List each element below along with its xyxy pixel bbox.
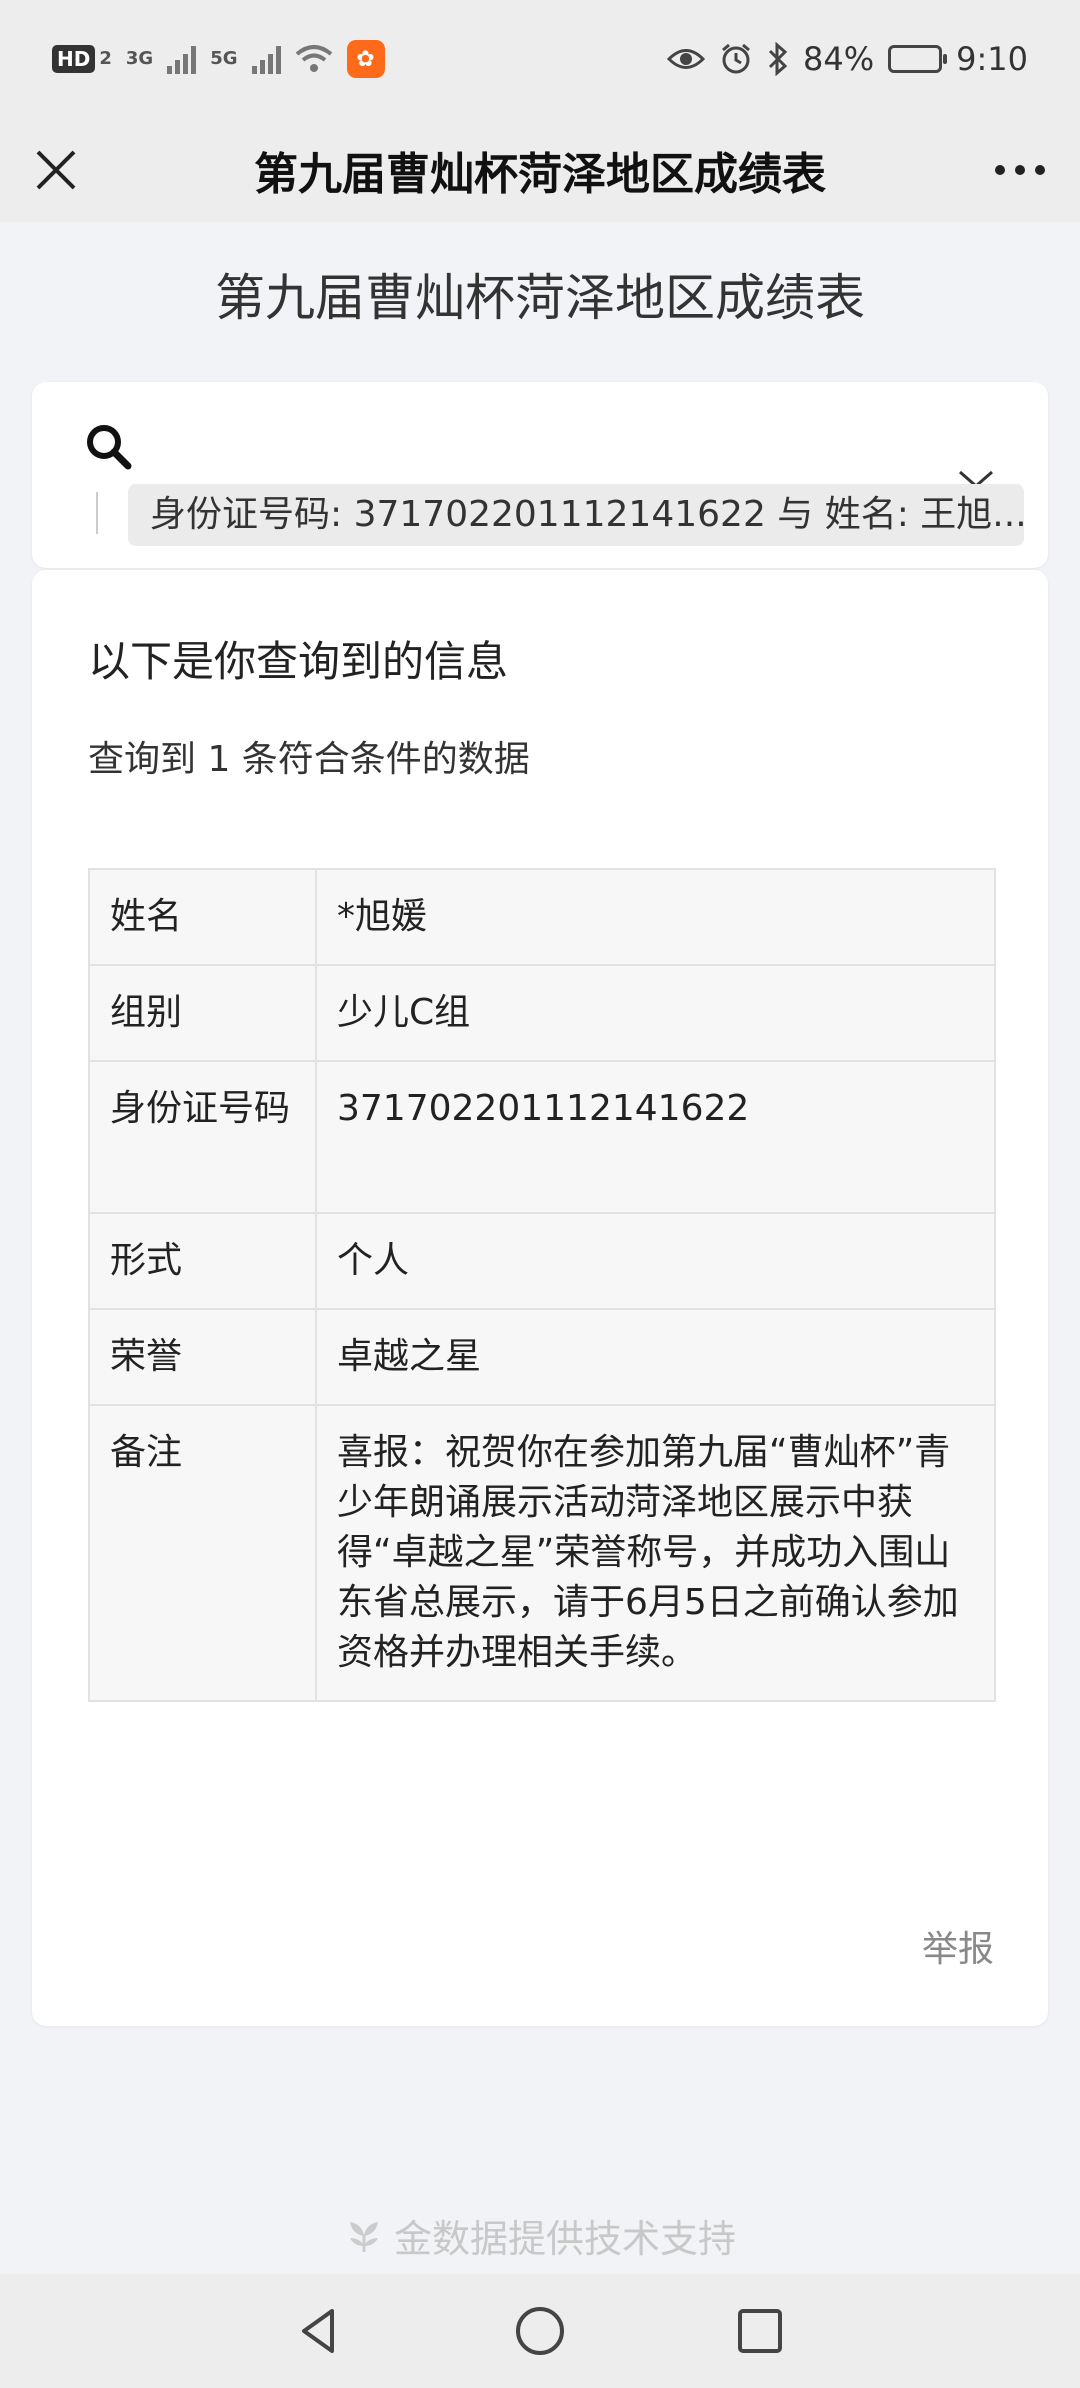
more-options-icon[interactable] [994, 158, 1046, 182]
app-notification-icon: ✿ [346, 40, 385, 78]
network-5g-label: 5G [210, 48, 238, 69]
battery-percent: 84% [803, 40, 875, 78]
table-row: 形式 个人 [88, 1212, 996, 1310]
hd-sub-label: 2 [99, 48, 112, 69]
table-row: 身份证号码 371702201112141622 [88, 1060, 996, 1214]
row-value-honor: 卓越之星 [315, 1308, 996, 1406]
status-right: 84% 9:10 [667, 40, 1028, 78]
clock: 9:10 [956, 40, 1028, 78]
recents-nav-icon[interactable] [732, 2303, 788, 2359]
powered-by[interactable]: 金数据提供技术支持 [0, 2208, 1080, 2263]
search-query-chip[interactable]: 身份证号码: 371702201112141622 与 姓名: 王旭... [128, 484, 1024, 546]
powered-by-text: 金数据提供技术支持 [393, 2217, 736, 2261]
row-value-form: 个人 [315, 1212, 996, 1310]
info-table: 姓名 *旭媛 组别 少儿C组 身份证号码 371702201112141622 … [88, 868, 996, 1702]
row-key-group: 组别 [88, 964, 317, 1062]
back-nav-icon[interactable] [292, 2303, 348, 2359]
search-card: 身份证号码: 371702201112141622 与 姓名: 王旭... [32, 382, 1048, 568]
status-left: HD 2 3G 5G ✿ [52, 40, 385, 78]
alarm-icon [722, 43, 750, 74]
result-card: 以下是你查询到的信息 查询到 1 条符合条件的数据 姓名 *旭媛 组别 少儿C组… [32, 570, 1048, 2026]
table-row: 备注 喜报：祝贺你在参加第九届“曹灿杯”青少年朗诵展示活动菏泽地区展示中获得“卓… [88, 1404, 996, 1702]
row-value-name: *旭媛 [315, 868, 996, 966]
table-row: 荣誉 卓越之星 [88, 1308, 996, 1406]
system-nav-bar [0, 2274, 1080, 2388]
result-title: 以下是你查询到的信息 [88, 637, 509, 686]
window-title: 第九届曹灿杯菏泽地区成绩表 [254, 149, 826, 200]
wifi-icon [295, 45, 332, 72]
hd-badge: HD [52, 45, 96, 73]
row-key-honor: 荣誉 [88, 1308, 317, 1406]
network-3g-label: 3G [125, 48, 154, 69]
close-icon[interactable] [30, 144, 82, 196]
title-bar: 第九届曹灿杯菏泽地区成绩表 [0, 118, 1080, 222]
page-title: 第九届曹灿杯菏泽地区成绩表 [215, 269, 865, 327]
row-value-group: 少儿C组 [315, 964, 996, 1062]
bluetooth-icon [768, 42, 788, 76]
report-link[interactable]: 举报 [922, 1920, 994, 1972]
status-bar: HD 2 3G 5G ✿ 84% 9:10 [0, 0, 1080, 118]
result-count: 查询到 1 条符合条件的数据 [88, 739, 530, 780]
table-row: 组别 少儿C组 [88, 964, 996, 1062]
jinshuju-logo-icon [349, 2221, 378, 2252]
row-key-form: 形式 [88, 1212, 317, 1310]
eye-icon [667, 49, 706, 69]
home-nav-icon[interactable] [512, 2303, 568, 2359]
row-key-id: 身份证号码 [88, 1060, 317, 1214]
row-key-name: 姓名 [88, 868, 317, 966]
signal-icon-2 [251, 44, 281, 74]
signal-icon [167, 44, 197, 74]
search-divider [96, 492, 98, 534]
battery-icon [888, 45, 948, 73]
table-row: 姓名 *旭媛 [88, 868, 996, 966]
row-value-id: 371702201112141622 [315, 1060, 996, 1214]
row-key-remark: 备注 [88, 1404, 317, 1702]
search-icon[interactable] [84, 422, 132, 470]
row-value-remark: 喜报：祝贺你在参加第九届“曹灿杯”青少年朗诵展示活动菏泽地区展示中获得“卓越之星… [315, 1404, 996, 1702]
